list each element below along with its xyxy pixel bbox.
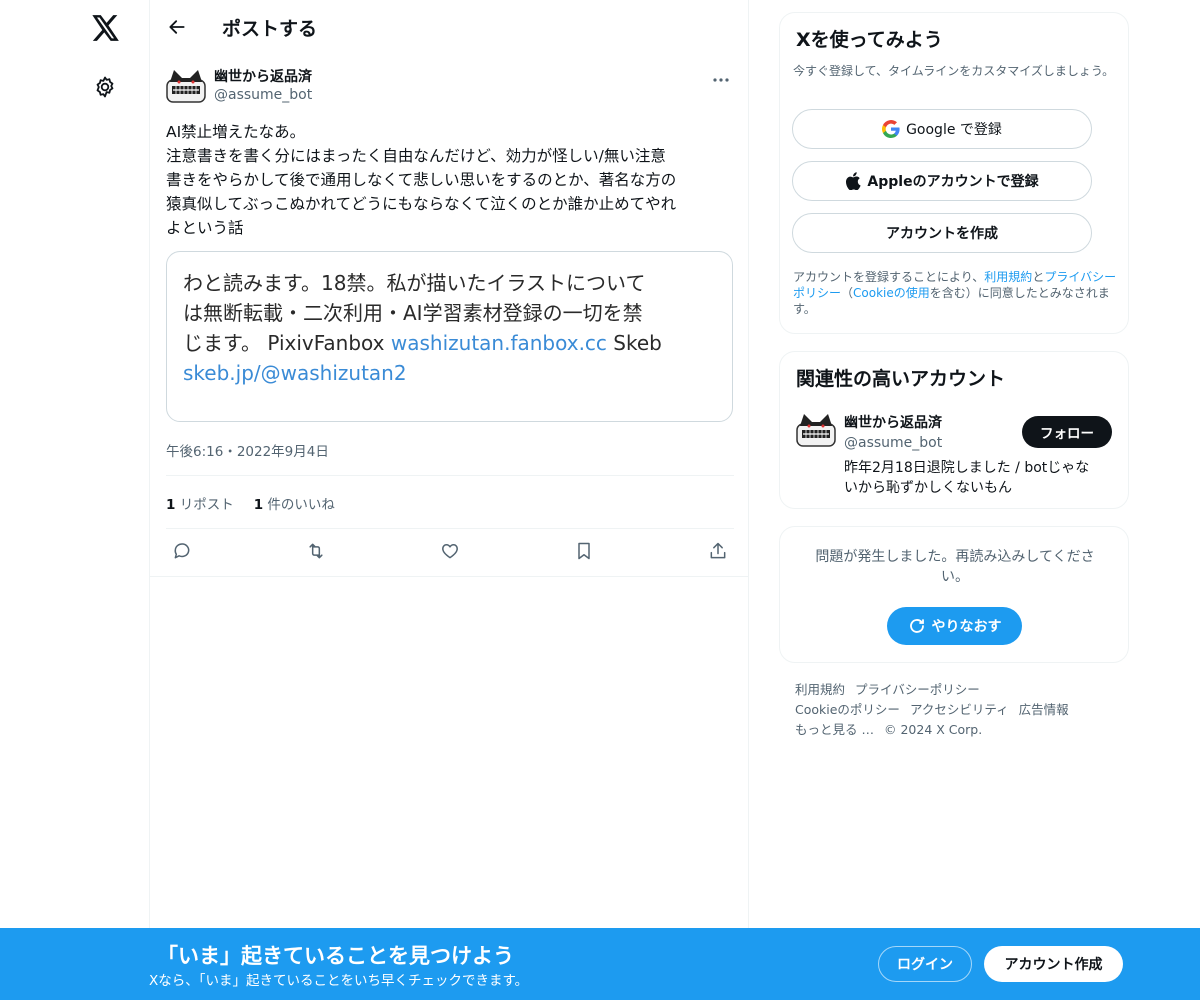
apple-signup-label: Appleのアカウントで登録 — [867, 174, 1039, 190]
related-account-bio: 昨年2月18日退院しました / botじゃな いから恥ずかしくないもん — [844, 458, 1114, 498]
repost-count: 1 — [166, 497, 176, 513]
fanbox-link: washizutan.fanbox.cc — [390, 331, 607, 355]
reply-icon[interactable] — [171, 538, 193, 564]
error-line: い。 — [941, 569, 969, 585]
skeb-link: skeb.jp/@washizutan2 — [183, 361, 407, 385]
bio-line: 昨年2月18日退院しました / botじゃな — [844, 460, 1090, 476]
login-button[interactable]: ログイン — [878, 946, 972, 982]
divider — [150, 576, 749, 577]
google-signup-label: Google で登録 — [906, 122, 1002, 138]
terms-text: アカウントを登録することにより、 — [793, 270, 985, 284]
like-count: 1 — [253, 497, 264, 513]
post-text: AI禁止増えたなあ。 注意書きを書く分にはまったく自由なんだけど、効力が怪しい/… — [166, 120, 736, 240]
footer-copyright: © 2024 X Corp. — [883, 722, 983, 737]
embed-line-text: Skeb — [606, 331, 662, 355]
signup-subtitle: 今すぐ登録して、タイムラインをカスタマイズしましょう。 — [793, 64, 1115, 78]
embed-line-text: じます。 PixivFanbox — [183, 331, 391, 355]
terms-text: （ — [841, 286, 854, 300]
more-options-icon[interactable] — [706, 68, 736, 92]
create-account-button[interactable]: アカウントを作成 — [792, 213, 1092, 253]
related-account-handle[interactable]: @assume_bot — [844, 435, 942, 451]
bottom-bar-subtitle: Xなら、「いま」起きていることをいち早くチェックできます。 — [149, 973, 529, 989]
google-icon — [882, 120, 900, 138]
terms-text: と — [1032, 270, 1045, 284]
left-nav — [0, 0, 150, 1000]
footer-cookie-link[interactable]: Cookieのポリシー — [795, 702, 900, 717]
settings-gear-icon[interactable] — [90, 72, 120, 102]
signup-terms: アカウントを登録することにより、利用規約とプライバシーポリシー（Cookieの使… — [793, 269, 1123, 317]
embed-line: わと読みます。18禁。私が描いたイラストについて — [183, 271, 646, 295]
post-text-line: よという話 — [166, 219, 244, 237]
author-name[interactable]: 幽世から返品済 — [214, 66, 312, 86]
error-message: 問題が発生しました。再読み込みしてくださ い。 — [796, 547, 1114, 587]
follow-button[interactable]: フォロー — [1022, 416, 1112, 448]
divider — [166, 475, 734, 476]
error-line: 問題が発生しました。再読み込みしてくださ — [815, 549, 1095, 565]
post-text-line: 書きをやらかして後で通用しなくて悲しい思いをするのとか、著名な方の — [166, 171, 677, 189]
top-bar: ポストする — [150, 0, 748, 54]
apple-signup-button[interactable]: Appleのアカウントで登録 — [792, 161, 1092, 201]
error-card: 問題が発生しました。再読み込みしてくださ い。 やりなおす — [779, 526, 1129, 663]
back-arrow-icon[interactable] — [164, 14, 190, 40]
footer-accessibility-link[interactable]: アクセシビリティ — [910, 702, 1009, 717]
post-text-line: 注意書きを書く分にはまったく自由なんだけど、効力が怪しい/無い注意 — [166, 147, 666, 165]
like-heart-icon[interactable] — [439, 538, 461, 564]
refresh-icon — [908, 617, 926, 635]
avatar[interactable] — [166, 68, 206, 104]
bio-line: いから恥ずかしくないもん — [844, 480, 1012, 496]
retry-label: やりなおす — [931, 619, 1002, 635]
repost-stat[interactable]: 1 リポスト — [166, 493, 234, 513]
signup-title: Xを使ってみよう — [796, 29, 943, 51]
embedded-text: わと読みます。18禁。私が描いたイラストについて は無断転載・二次利用・AI学習… — [183, 268, 716, 388]
related-account-name[interactable]: 幽世から返品済 — [844, 412, 942, 432]
main-column: ポストする 幽世から返品済 @assume_bot AI禁止増えたなあ。 注意書… — [149, 0, 749, 1000]
footer-more-link[interactable]: もっと見る … — [795, 722, 874, 737]
create-account-bottom-button[interactable]: アカウント作成 — [984, 946, 1123, 982]
like-stat[interactable]: 1 件のいいね — [254, 493, 335, 513]
cookie-link[interactable]: Cookieの使用 — [853, 286, 930, 300]
retry-button[interactable]: やりなおす — [887, 607, 1022, 645]
page-title: ポストする — [222, 17, 318, 40]
share-icon[interactable] — [707, 538, 729, 564]
embed-line: は無断転載・二次利用・AI学習素材登録の一切を禁 — [183, 301, 643, 325]
repost-icon[interactable] — [305, 538, 327, 564]
post-actions — [166, 538, 734, 568]
related-accounts-card: 関連性の高いアカウント 幽世から返品済 @assume_bot フォロー 昨年2… — [779, 351, 1129, 509]
divider — [166, 528, 734, 529]
post-timestamp[interactable]: 午後6:16・2022年9月4日 — [166, 440, 329, 460]
post-author: 幽世から返品済 @assume_bot — [166, 64, 736, 108]
repost-label: リポスト — [179, 497, 234, 513]
like-label: 件のいいね — [267, 497, 335, 513]
author-handle[interactable]: @assume_bot — [214, 87, 312, 103]
post-stats: 1 リポスト 1 件のいいね — [166, 493, 335, 513]
embed-line: じます。 PixivFanbox washizutan.fanbox.cc Sk… — [183, 328, 716, 358]
bookmark-icon[interactable] — [573, 538, 595, 564]
x-logo-icon[interactable] — [88, 10, 124, 46]
bottom-signup-bar: 「いま」起きていることを見つけよう Xなら、「いま」起きていることをいち早くチェ… — [0, 928, 1200, 1000]
footer: 利用規約 プライバシーポリシー Cookieのポリシー アクセシビリティ 広告情報 も… — [795, 680, 1125, 740]
apple-icon — [845, 172, 861, 190]
embedded-image[interactable]: わと読みます。18禁。私が描いたイラストについて は無断転載・二次利用・AI学習… — [166, 251, 733, 422]
avatar[interactable] — [796, 412, 836, 448]
signup-card: Xを使ってみよう 今すぐ登録して、タイムラインをカスタマイズしましょう。 Goo… — [779, 12, 1129, 334]
footer-ads-link[interactable]: 広告情報 — [1019, 702, 1069, 717]
footer-privacy-link[interactable]: プライバシーポリシー — [855, 682, 980, 697]
post-text-line: AI禁止増えたなあ。 — [166, 123, 306, 141]
post-text-line: 猿真似してぶっこぬかれてどうにもならなくて泣くのとか誰か止めてやれ — [166, 195, 677, 213]
bottom-bar-title: 「いま」起きていることを見つけよう — [157, 944, 514, 968]
terms-link[interactable]: 利用規約 — [984, 270, 1032, 284]
footer-terms-link[interactable]: 利用規約 — [795, 682, 845, 697]
google-signup-button[interactable]: Google で登録 — [792, 109, 1092, 149]
related-title: 関連性の高いアカウント — [796, 368, 1006, 390]
